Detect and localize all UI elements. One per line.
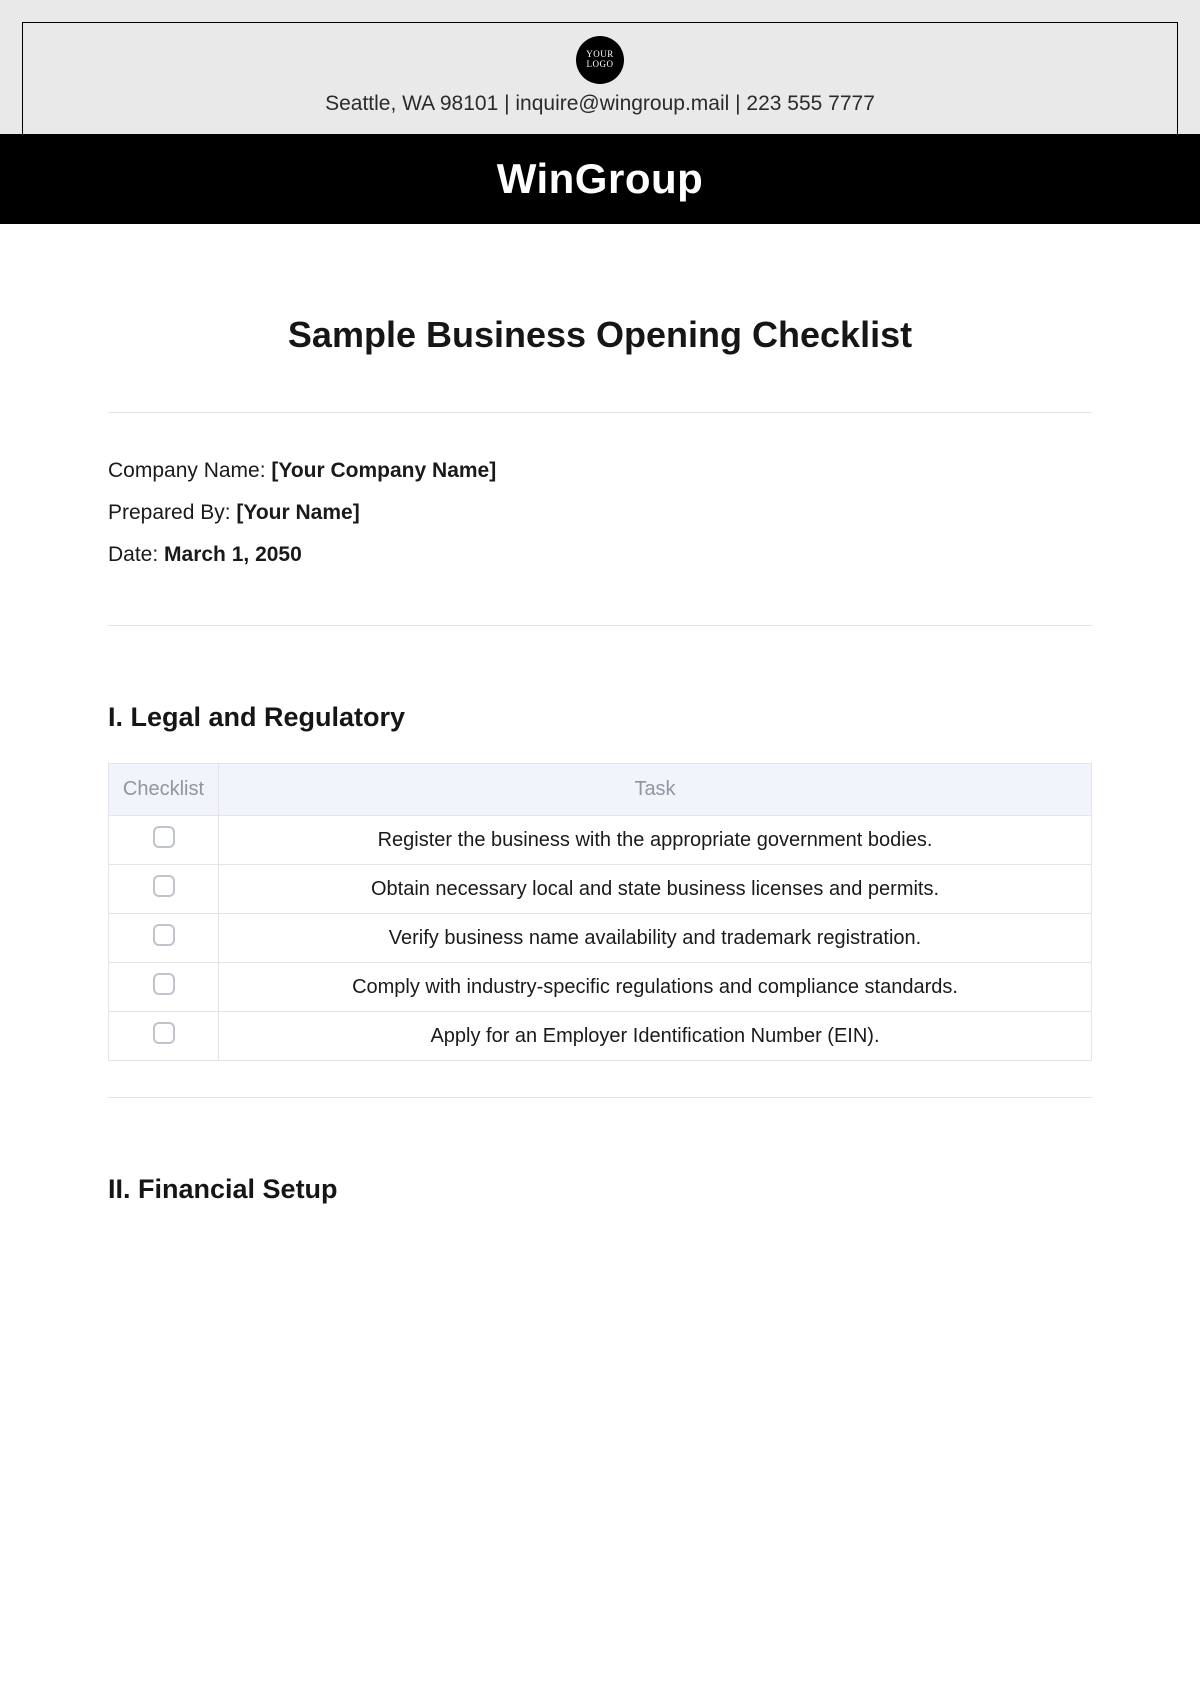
meta-company: Company Name: [Your Company Name] xyxy=(108,459,1092,483)
table-row: Comply with industry-specific regulation… xyxy=(109,963,1092,1012)
table-row: Apply for an Employer Identification Num… xyxy=(109,1012,1092,1061)
logo-text: YOUR LOGO xyxy=(586,50,614,70)
meta-date-label: Date: xyxy=(108,543,164,566)
table-header-row: Checklist Task xyxy=(109,764,1092,816)
table-row: Verify business name availability and tr… xyxy=(109,914,1092,963)
task-cell: Verify business name availability and tr… xyxy=(219,914,1092,963)
divider xyxy=(108,1097,1092,1098)
checkbox[interactable] xyxy=(153,1022,175,1044)
task-cell: Obtain necessary local and state busines… xyxy=(219,865,1092,914)
divider xyxy=(108,412,1092,413)
document-body: Sample Business Opening Checklist Compan… xyxy=(0,224,1200,1205)
col-checklist: Checklist xyxy=(109,764,219,816)
checkbox[interactable] xyxy=(153,973,175,995)
section-1-title: I. Legal and Regulatory xyxy=(108,702,1092,733)
meta-date: Date: March 1, 2050 xyxy=(108,543,1092,567)
task-cell: Comply with industry-specific regulation… xyxy=(219,963,1092,1012)
meta-prepared-value: [Your Name] xyxy=(236,501,359,524)
meta-company-value: [Your Company Name] xyxy=(271,459,496,482)
checkbox[interactable] xyxy=(153,875,175,897)
brand-band: WinGroup xyxy=(0,134,1200,224)
brand-name: WinGroup xyxy=(497,155,704,203)
meta-company-label: Company Name: xyxy=(108,459,271,482)
meta-prepared: Prepared By: [Your Name] xyxy=(108,501,1092,525)
checkbox[interactable] xyxy=(153,826,175,848)
contact-line: Seattle, WA 98101 | inquire@wingroup.mai… xyxy=(325,92,875,116)
table-row: Obtain necessary local and state busines… xyxy=(109,865,1092,914)
meta-date-value: March 1, 2050 xyxy=(164,543,302,566)
task-cell: Register the business with the appropria… xyxy=(219,816,1092,865)
header-gray-band: YOUR LOGO Seattle, WA 98101 | inquire@wi… xyxy=(0,0,1200,134)
divider xyxy=(108,625,1092,626)
task-cell: Apply for an Employer Identification Num… xyxy=(219,1012,1092,1061)
logo-placeholder: YOUR LOGO xyxy=(576,36,624,84)
table-row: Register the business with the appropria… xyxy=(109,816,1092,865)
section-2-title: II. Financial Setup xyxy=(108,1174,1092,1205)
col-task: Task xyxy=(219,764,1092,816)
checkbox[interactable] xyxy=(153,924,175,946)
document-title: Sample Business Opening Checklist xyxy=(108,314,1092,356)
meta-prepared-label: Prepared By: xyxy=(108,501,236,524)
section-1-table: Checklist Task Register the business wit… xyxy=(108,763,1092,1061)
